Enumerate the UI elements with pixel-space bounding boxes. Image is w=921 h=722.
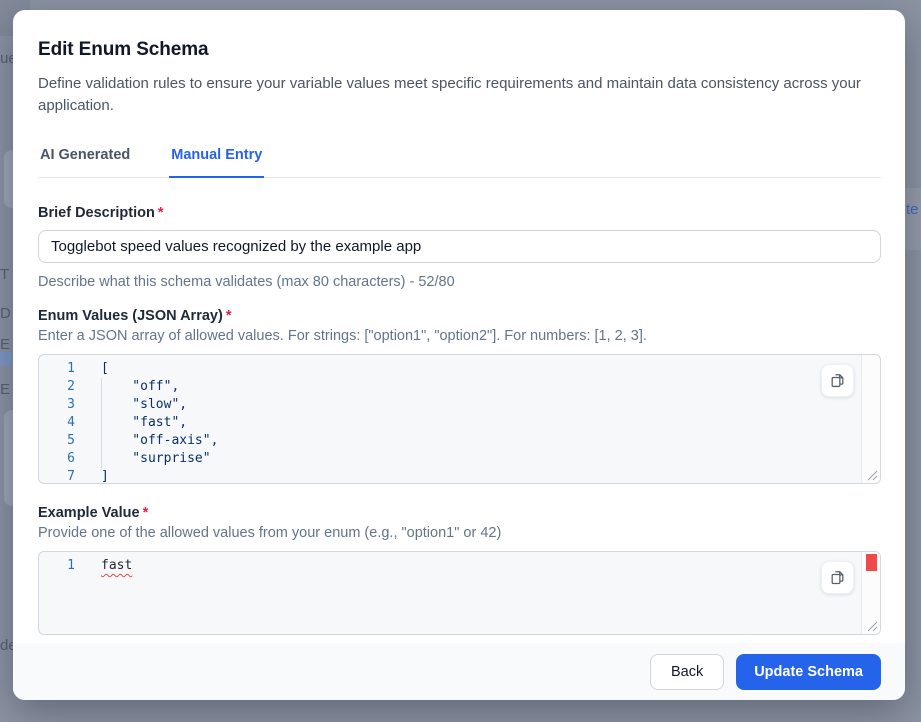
example-value-label: Example Value* — [38, 505, 881, 521]
dialog-title: Edit Enum Schema — [38, 39, 881, 61]
backdrop-text-fragment: T — [0, 266, 9, 283]
code-line-text: "surprise" — [101, 450, 211, 468]
back-button[interactable]: Back — [650, 654, 724, 690]
brief-description-label-text: Brief Description — [38, 205, 155, 221]
enum-values-helper: Enter a JSON array of allowed values. Fo… — [38, 327, 881, 345]
code-line-text: "off-axis", — [101, 432, 218, 450]
edit-enum-schema-dialog: Edit Enum Schema Define validation rules… — [13, 10, 905, 700]
resize-handle[interactable] — [867, 621, 878, 632]
editor-scrollbar-gutter — [861, 355, 880, 483]
code-area[interactable]: 1 fast — [39, 552, 861, 634]
enum-values-label-text: Enum Values (JSON Array) — [38, 308, 223, 324]
code-line-text: [ — [101, 360, 109, 378]
enum-values-label: Enum Values (JSON Array)* — [38, 308, 881, 324]
dialog-body: Edit Enum Schema Define validation rules… — [13, 10, 905, 643]
dialog-description: Define validation rules to ensure your v… — [38, 73, 873, 117]
backdrop-text-fragment: E — [0, 336, 10, 353]
backdrop-link-fragment: te — [906, 201, 919, 218]
tab-ai-generated[interactable]: AI Generated — [38, 147, 132, 178]
example-value-label-text: Example Value — [38, 505, 140, 521]
brief-description-helper: Describe what this schema validates (max… — [38, 273, 881, 291]
copy-button[interactable] — [821, 364, 854, 397]
resize-handle[interactable] — [867, 470, 878, 481]
line-number: 1 — [39, 360, 75, 378]
example-value-helper: Provide one of the allowed values from y… — [38, 524, 881, 542]
copy-icon — [829, 569, 846, 586]
line-number: 5 — [39, 432, 75, 450]
backdrop-text-fragment: E — [0, 381, 10, 398]
brief-description-input[interactable] — [38, 230, 881, 263]
required-asterisk: * — [226, 308, 232, 324]
code-line-text: "fast", — [101, 414, 187, 432]
tab-bar: AI Generated Manual Entry — [38, 147, 881, 178]
example-value-code-editor[interactable]: 1 fast — [38, 551, 881, 635]
update-schema-button[interactable]: Update Schema — [736, 654, 881, 690]
line-number: 7 — [39, 468, 75, 484]
code-area[interactable]: 1 [ 2 "off", 3 "slow", 4 "fast", 5 "off-a… — [39, 355, 861, 483]
copy-button[interactable] — [821, 561, 854, 594]
dialog-footer: Back Update Schema — [13, 643, 905, 700]
code-line-text: "slow", — [101, 396, 187, 414]
tab-manual-entry[interactable]: Manual Entry — [169, 147, 264, 178]
line-number: 1 — [39, 557, 75, 575]
required-asterisk: * — [158, 205, 164, 221]
backdrop-band-fragment — [905, 188, 921, 250]
line-number: 3 — [39, 396, 75, 414]
code-line-text: ] — [101, 468, 109, 484]
line-number: 4 — [39, 414, 75, 432]
backdrop-text-fragment: D — [0, 305, 11, 322]
code-line-text-error: fast — [101, 557, 132, 575]
brief-description-label: Brief Description* — [38, 205, 881, 221]
indent-guide — [101, 378, 102, 468]
line-number: 6 — [39, 450, 75, 468]
required-asterisk: * — [143, 505, 149, 521]
error-annotation-marker — [866, 554, 877, 571]
code-line-text: "off", — [101, 378, 179, 396]
enum-values-code-editor[interactable]: 1 [ 2 "off", 3 "slow", 4 "fast", 5 "off-a… — [38, 354, 881, 484]
line-number: 2 — [39, 378, 75, 396]
copy-icon — [829, 372, 846, 389]
